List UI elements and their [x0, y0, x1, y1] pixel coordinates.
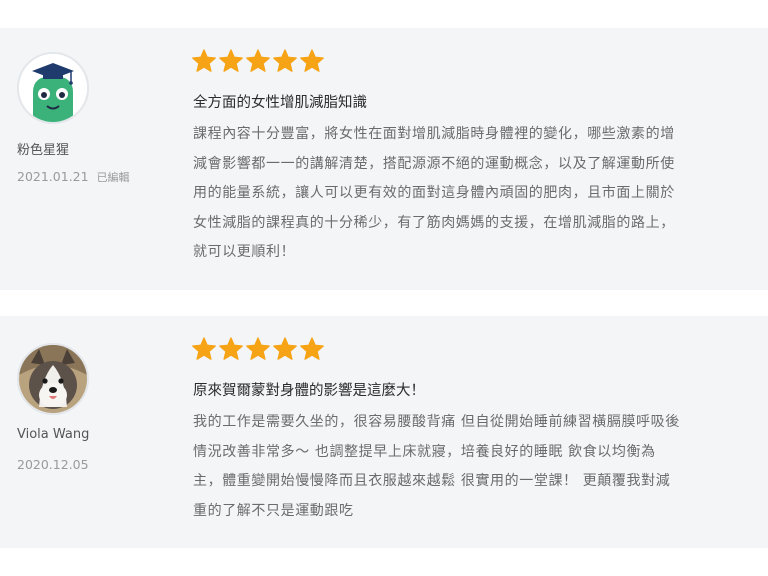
- review-body: 我的工作是需要久坐的，很容易腰酸背痛 但自從開始睡前練習橫膈膜呼吸後 情況改善非…: [193, 408, 753, 526]
- star-icon: [300, 337, 324, 360]
- review-date: 2021.01.21: [17, 169, 89, 184]
- review-title: 全方面的女性增肌減脂知識: [193, 95, 367, 111]
- edited-label: 已編輯: [96, 171, 130, 184]
- star-rating: [191, 48, 325, 74]
- star-icon: [300, 49, 324, 72]
- review-body-line: 情況改善非常多～ 也調整提早上床就寢，培養良好的睡眠 飲食以均衡為: [193, 443, 656, 460]
- green-mascot-avatar-icon: [19, 54, 87, 122]
- avatar[interactable]: [17, 343, 89, 415]
- review-body-line: 重的了解不只是運動跟吃: [193, 502, 354, 519]
- author-name: Viola Wang: [17, 427, 90, 442]
- review-date: 2020.12.05: [17, 457, 89, 472]
- star-icon: [192, 49, 216, 72]
- review-body-line: 就可以更順利！: [193, 244, 296, 260]
- review-body-line: 我的工作是需要久坐的，很容易腰酸背痛 但自從開始睡前練習橫膈膜呼吸後: [193, 414, 680, 430]
- author-name: 粉色星猩: [17, 143, 70, 158]
- star-icon: [219, 49, 243, 72]
- star-icon: [219, 337, 243, 360]
- star-icon: [192, 337, 216, 360]
- star-icon: [273, 337, 297, 360]
- star-rating: [191, 336, 325, 362]
- review-meta: 2021.01.21 已編輯: [17, 169, 130, 185]
- review-body-line: 減會影響都一一的講解清楚，搭配源源不絕的運動概念，以及了解運動所使: [193, 155, 675, 172]
- review-body-line: 課程內容十分豐富，將女性在面對增肌減脂時身體裡的變化，哪些激素的增: [193, 126, 675, 142]
- star-icon: [246, 49, 270, 72]
- review-meta: 2020.12.05: [17, 457, 89, 472]
- avatar[interactable]: [17, 52, 89, 124]
- review-card: Viola Wang 2020.12.05 原來賀爾蒙對身體的影響是這麼大！ 我…: [0, 316, 768, 548]
- review-body-line: 女性減脂的課程真的十分稀少，有了筋肉媽媽的支援，在增肌減脂的路上，: [193, 214, 675, 231]
- review-body: 課程內容十分豐富，將女性在面對增肌減脂時身體裡的變化，哪些激素的增 減會影響都一…: [193, 120, 753, 268]
- review-card: 粉色星猩 2021.01.21 已編輯 全方面的女性增肌減脂知識 課程內容十分豐…: [0, 28, 768, 290]
- star-icon: [273, 49, 297, 72]
- husky-dog-avatar-icon: [19, 345, 87, 413]
- review-title: 原來賀爾蒙對身體的影響是這麼大！: [193, 383, 425, 399]
- star-icon: [246, 337, 270, 360]
- review-body-line: 用的能量系統，讓人可以更有效的面對這身體內頑固的肥肉，且市面上關於: [193, 185, 675, 201]
- reviews-list: 粉色星猩 2021.01.21 已編輯 全方面的女性增肌減脂知識 課程內容十分豐…: [0, 0, 768, 576]
- review-body-line: 主，體重變開始慢慢降而且衣服越來越鬆 很實用的一堂課！ 更顛覆我對減: [193, 473, 671, 489]
